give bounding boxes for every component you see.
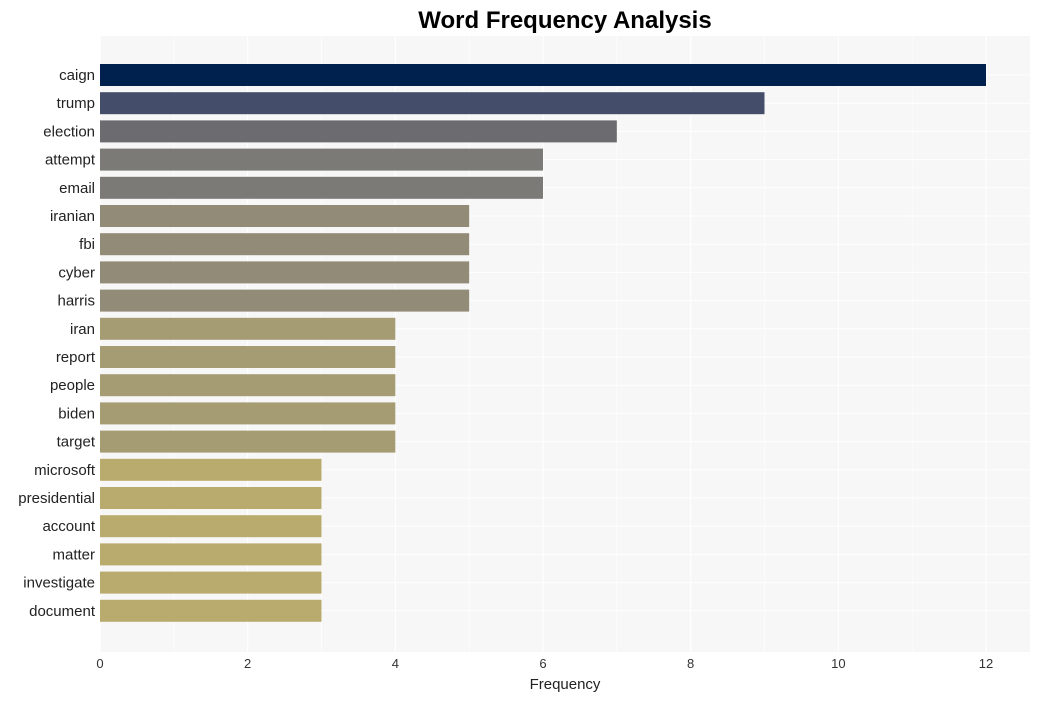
y-tick-label: document: [29, 603, 96, 620]
y-tick-labels: caign trump election attempt email iranian fbi…: [18, 67, 96, 620]
bar-trump: [100, 92, 765, 115]
bar-people: [100, 374, 396, 397]
bar-attempt: [100, 148, 543, 171]
bar-matter: [100, 543, 322, 566]
bar-cyber: [100, 261, 470, 284]
bar-caign: [100, 64, 986, 86]
y-tick-label: investigate: [23, 575, 95, 592]
bar-election: [100, 120, 617, 143]
y-tick-label: email: [59, 180, 95, 197]
x-tick-label: 4: [392, 656, 399, 671]
y-tick-label: people: [50, 377, 95, 394]
y-tick-label: cyber: [58, 264, 95, 281]
y-tick-label: report: [56, 349, 96, 366]
bar-presidential: [100, 487, 322, 509]
x-tick-label: 12: [979, 656, 993, 671]
bar-investigate: [100, 571, 322, 594]
y-tick-label: matter: [52, 546, 95, 563]
y-tick-label: account: [42, 518, 95, 535]
y-tick-label: iran: [70, 321, 95, 338]
chart-title: Word Frequency Analysis: [418, 7, 711, 34]
y-tick-label: caign: [59, 67, 95, 84]
bar-email: [100, 176, 543, 199]
y-tick-label: biden: [58, 405, 95, 422]
bar-harris: [100, 289, 470, 312]
y-tick-label: target: [57, 434, 96, 451]
x-tick-label: 8: [687, 656, 694, 671]
y-tick-label: microsoft: [34, 462, 96, 479]
y-tick-label: election: [43, 123, 95, 140]
y-tick-label: harris: [57, 293, 95, 310]
bar-iran: [100, 317, 396, 340]
y-tick-label: presidential: [18, 490, 95, 507]
x-tick-label: 10: [831, 656, 845, 671]
y-tick-label: attempt: [45, 152, 96, 169]
word-frequency-chart: caign trump election attempt email iranian fbi…: [18, 7, 1030, 693]
x-tick-label: 6: [539, 656, 546, 671]
y-tick-label: iranian: [50, 208, 95, 225]
bar-report: [100, 346, 396, 368]
bar-biden: [100, 402, 396, 425]
bar-account: [100, 515, 322, 538]
x-tick-label: 2: [244, 656, 251, 671]
bar-fbi: [100, 233, 470, 256]
bar-document: [100, 599, 322, 622]
x-tick-labels: 0 2 4 6 8 10 12: [96, 656, 993, 671]
bar-iranian: [100, 205, 470, 227]
x-axis-label: Frequency: [530, 676, 601, 693]
y-tick-label: trump: [57, 95, 95, 112]
y-tick-label: fbi: [79, 236, 95, 253]
bar-target: [100, 430, 396, 453]
bar-microsoft: [100, 458, 322, 481]
x-tick-label: 0: [96, 656, 103, 671]
